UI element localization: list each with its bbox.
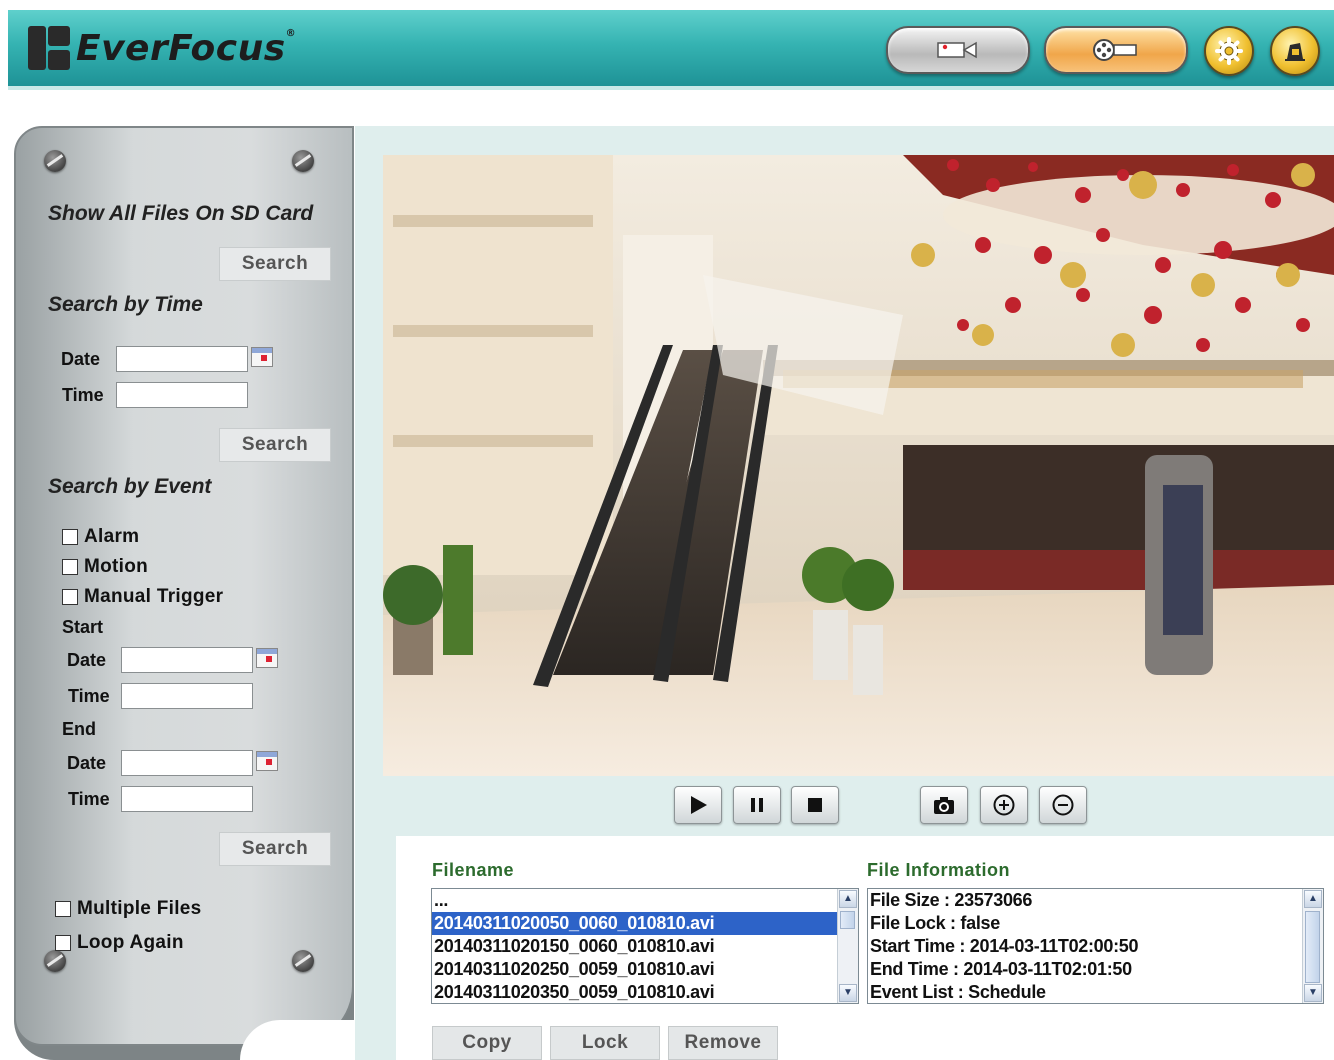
event-end-date-input[interactable] bbox=[121, 750, 253, 776]
manual-trigger-checkbox[interactable] bbox=[62, 589, 78, 605]
file-information-title: File Information bbox=[867, 860, 1010, 880]
alarm-checkbox-row[interactable]: Alarm bbox=[62, 526, 139, 548]
video-viewport[interactable] bbox=[383, 155, 1334, 776]
scroll-down-icon[interactable]: ▼ bbox=[839, 984, 857, 1002]
end-date-label: Date bbox=[67, 753, 107, 773]
multiple-files-row[interactable]: Multiple Files bbox=[55, 898, 202, 920]
stop-icon bbox=[808, 798, 822, 812]
play-icon bbox=[691, 796, 707, 814]
logout-icon bbox=[1285, 43, 1305, 61]
event-start-date-input[interactable] bbox=[121, 647, 253, 673]
info-scrollbar[interactable]: ▲ ▼ bbox=[1302, 889, 1323, 1003]
motion-checkbox-row[interactable]: Motion bbox=[62, 556, 148, 578]
time-label: Time bbox=[62, 385, 104, 405]
manual-trigger-checkbox-row[interactable]: Manual Trigger bbox=[62, 586, 223, 608]
filename-list[interactable]: ... 20140311020050_0060_010810.avi 20140… bbox=[431, 888, 859, 1004]
multiple-files-checkbox[interactable] bbox=[55, 901, 71, 917]
scroll-thumb[interactable] bbox=[1305, 911, 1320, 983]
event-list-line: Event List : Schedule bbox=[870, 982, 1046, 1002]
list-item-selected[interactable]: 20140311020050_0060_010810.avi bbox=[432, 912, 858, 935]
loop-again-row[interactable]: Loop Again bbox=[55, 932, 184, 954]
list-item[interactable]: 20140311020150_0060_010810.avi bbox=[432, 935, 858, 958]
multiple-files-label: Multiple Files bbox=[77, 898, 202, 919]
lock-button[interactable]: Lock bbox=[550, 1026, 660, 1060]
search-by-time-title: Search by Time bbox=[48, 293, 203, 316]
calendar-icon[interactable] bbox=[256, 648, 278, 668]
search-by-event-title: Search by Event bbox=[48, 475, 212, 498]
motion-checkbox[interactable] bbox=[62, 559, 78, 575]
screw-icon bbox=[292, 150, 314, 172]
logout-button[interactable] bbox=[1270, 26, 1320, 76]
event-start-time-input[interactable] bbox=[121, 683, 253, 709]
play-button[interactable] bbox=[674, 786, 722, 824]
motion-label: Motion bbox=[84, 556, 149, 577]
calendar-icon[interactable] bbox=[251, 347, 273, 367]
filename-title: Filename bbox=[432, 860, 515, 880]
alarm-label: Alarm bbox=[84, 526, 140, 547]
brand-name: EverFocus bbox=[76, 27, 286, 69]
film-reel-icon bbox=[1093, 39, 1137, 61]
show-all-search-button[interactable]: Search bbox=[219, 247, 331, 281]
list-item[interactable]: ... bbox=[432, 889, 858, 912]
scroll-down-icon[interactable]: ▼ bbox=[1304, 984, 1322, 1002]
end-label: End bbox=[62, 719, 96, 739]
scroll-thumb[interactable] bbox=[840, 911, 855, 929]
brand-mark-icon bbox=[28, 26, 70, 70]
top-header: EverFocus® bbox=[8, 10, 1334, 90]
manual-trigger-label: Manual Trigger bbox=[84, 586, 224, 607]
start-date-label: Date bbox=[67, 650, 107, 670]
file-information-box[interactable]: File Size : 23573066 File Lock : false S… bbox=[867, 888, 1324, 1004]
event-search-button[interactable]: Search bbox=[219, 832, 331, 866]
video-camera-icon bbox=[937, 41, 977, 59]
pause-button[interactable] bbox=[733, 786, 781, 824]
time-search-date-input[interactable] bbox=[116, 346, 248, 372]
start-time-label: Time bbox=[68, 686, 110, 706]
filename-scrollbar[interactable]: ▲ ▼ bbox=[837, 889, 858, 1003]
zoom-out-button[interactable] bbox=[1039, 786, 1087, 824]
pause-icon bbox=[751, 798, 763, 812]
event-end-time-input[interactable] bbox=[121, 786, 253, 812]
gear-icon bbox=[1215, 37, 1243, 65]
date-label: Date bbox=[61, 349, 101, 369]
show-all-title: Show All Files On SD Card bbox=[48, 202, 314, 225]
snapshot-button[interactable] bbox=[920, 786, 968, 824]
snapshot-icon bbox=[934, 797, 954, 814]
zoom-out-icon bbox=[1052, 794, 1074, 816]
mall-atrium-image bbox=[383, 155, 1334, 776]
scroll-up-icon[interactable]: ▲ bbox=[1304, 890, 1322, 908]
screw-icon bbox=[44, 150, 66, 172]
everfocus-logo: EverFocus® bbox=[28, 22, 296, 74]
playback-button[interactable] bbox=[1044, 26, 1188, 74]
scroll-up-icon[interactable]: ▲ bbox=[839, 890, 857, 908]
screw-icon bbox=[292, 950, 314, 972]
list-item[interactable]: 20140311020350_0059_010810.avi bbox=[432, 981, 858, 1003]
loop-again-label: Loop Again bbox=[77, 932, 184, 953]
start-time-line: Start Time : 2014-03-11T02:00:50 bbox=[870, 936, 1139, 956]
end-time-label: Time bbox=[68, 789, 110, 809]
start-label: Start bbox=[62, 617, 104, 637]
alarm-checkbox[interactable] bbox=[62, 529, 78, 545]
file-size-line: File Size : 23573066 bbox=[870, 890, 1033, 910]
copy-button[interactable]: Copy bbox=[432, 1026, 542, 1060]
list-item[interactable]: 20140311020250_0059_010810.avi bbox=[432, 958, 858, 981]
live-view-button[interactable] bbox=[886, 26, 1030, 74]
time-search-time-input[interactable] bbox=[116, 382, 248, 408]
loop-again-checkbox[interactable] bbox=[55, 935, 71, 951]
trademark: ® bbox=[285, 27, 297, 39]
remove-button[interactable]: Remove bbox=[668, 1026, 778, 1060]
file-lock-line: File Lock : false bbox=[870, 913, 1000, 933]
settings-button[interactable] bbox=[1204, 26, 1254, 76]
end-time-line: End Time : 2014-03-11T02:01:50 bbox=[870, 959, 1132, 979]
time-search-button[interactable]: Search bbox=[219, 428, 331, 462]
zoom-in-icon bbox=[993, 794, 1015, 816]
zoom-in-button[interactable] bbox=[980, 786, 1028, 824]
calendar-icon[interactable] bbox=[256, 751, 278, 771]
stop-button[interactable] bbox=[791, 786, 839, 824]
